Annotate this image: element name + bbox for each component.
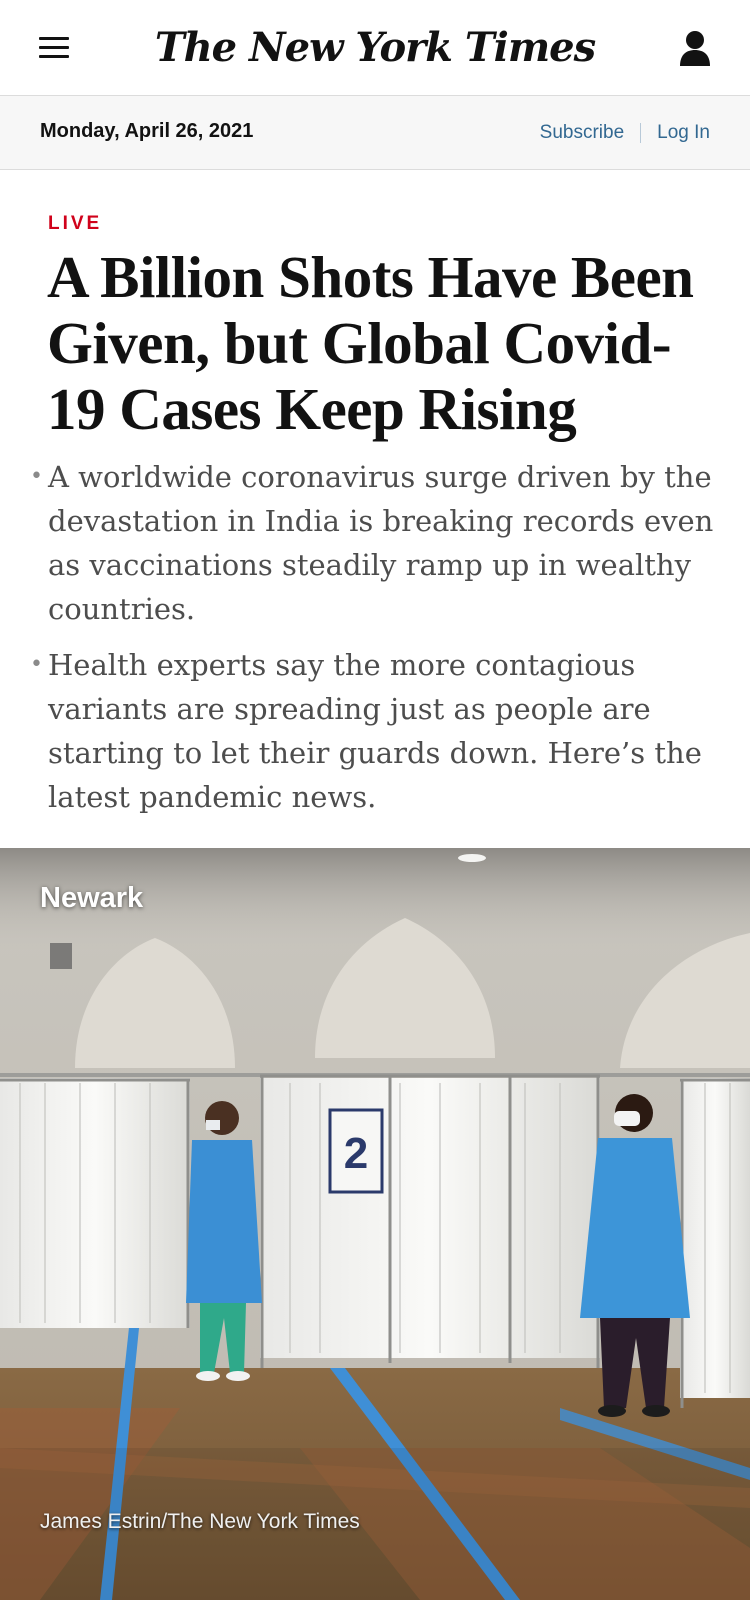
summary-text: Health experts say the more contagious v… (48, 648, 702, 814)
article-headline[interactable]: A Billion Shots Have Been Given, but Glo… (47, 244, 717, 442)
current-date: Monday, April 26, 2021 (40, 120, 254, 142)
summary-item: • A worldwide coronavirus surge driven b… (30, 455, 720, 631)
summary-item: • Health experts say the more contagious… (30, 643, 720, 819)
summary-text: A worldwide coronavirus surge driven by … (48, 460, 714, 626)
account-icon[interactable] (678, 30, 712, 66)
subscribe-link[interactable]: Subscribe (540, 122, 625, 144)
photo-location-label: Newark (40, 882, 144, 914)
hamburger-menu-icon[interactable] (39, 37, 69, 59)
photo-credit: James Estrin/The New York Times (40, 1510, 360, 1533)
login-link[interactable]: Log In (657, 122, 710, 144)
article-summary-list: • A worldwide coronavirus surge driven b… (30, 455, 720, 831)
auth-links: Subscribe Log In (540, 122, 710, 144)
live-label: LIVE (48, 213, 103, 234)
link-divider (640, 123, 642, 143)
article-photo[interactable]: 2 Newark James Estrin/The New York Times (0, 848, 750, 1600)
top-navigation-bar: The New York Times (0, 0, 750, 96)
bullet-icon: • (30, 464, 43, 489)
bullet-icon: • (30, 652, 43, 677)
date-bar: Monday, April 26, 2021 Subscribe Log In (0, 96, 750, 170)
booth-number: 2 (344, 1129, 368, 1178)
masthead-logo[interactable]: The New York Times (100, 18, 650, 78)
vaccination-site-photo: 2 (0, 848, 750, 1600)
